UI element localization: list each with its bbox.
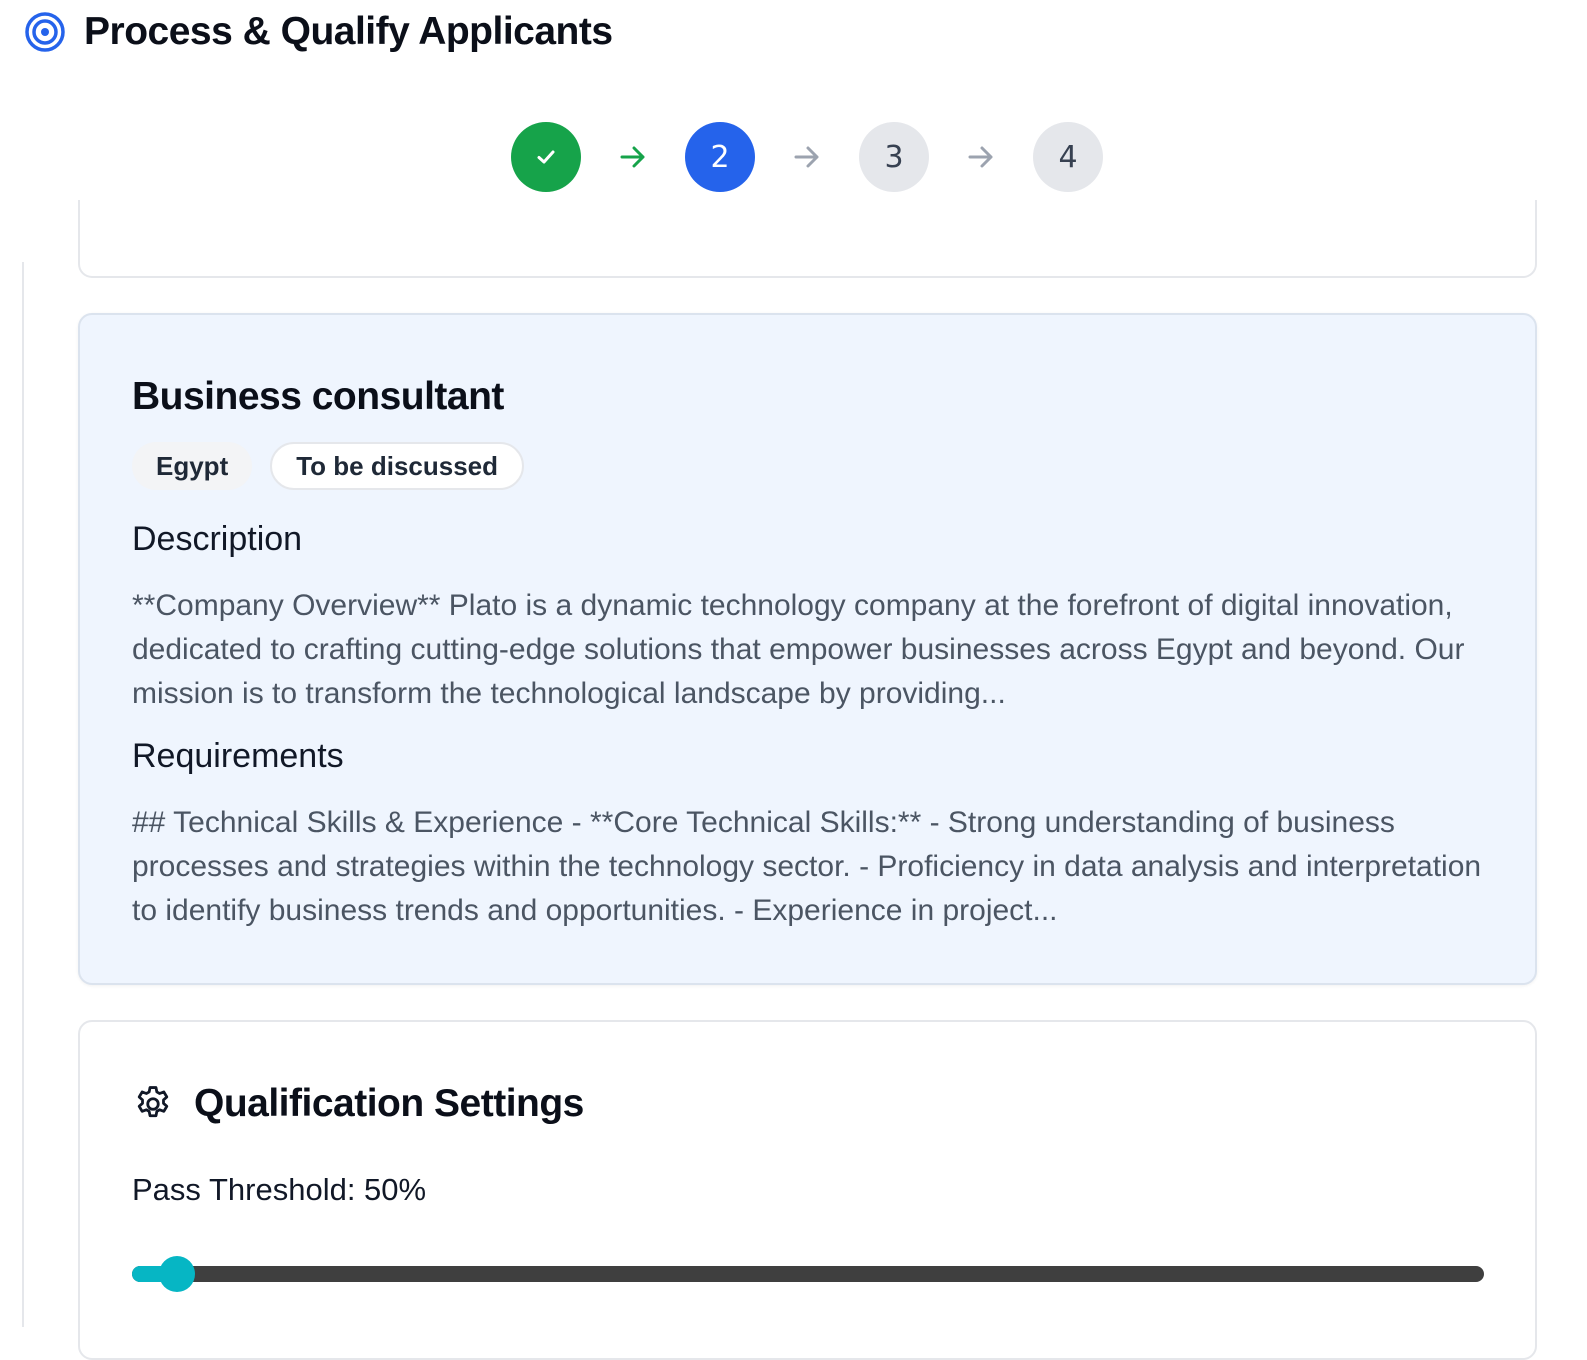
progress-stepper: 2 3 4 xyxy=(511,122,1103,192)
slider-track[interactable] xyxy=(132,1266,1484,1282)
salary-badge: To be discussed xyxy=(270,442,525,490)
qualification-settings-card: Qualification Settings Pass Threshold: 5… xyxy=(78,1020,1537,1360)
job-details-card: Business consultant Egypt To be discusse… xyxy=(78,313,1537,985)
requirements-heading: Requirements xyxy=(132,737,344,775)
slider-thumb[interactable] xyxy=(158,1256,195,1292)
page-header: Process & Qualify Applicants xyxy=(24,8,613,56)
settings-title: Qualification Settings xyxy=(194,1082,584,1125)
step-3[interactable]: 3 xyxy=(859,122,929,192)
arrow-right-icon xyxy=(755,141,859,173)
step-4[interactable]: 4 xyxy=(1033,122,1103,192)
settings-header: Qualification Settings xyxy=(132,1082,584,1126)
pass-threshold-label: Pass Threshold: 50% xyxy=(132,1172,427,1207)
location-badge: Egypt xyxy=(132,442,253,490)
scroll-container-border xyxy=(22,262,24,1327)
job-tags: Egypt To be discussed xyxy=(132,442,525,490)
requirements-text: ## Technical Skills & Experience - **Cor… xyxy=(132,806,1482,927)
pass-threshold-slider[interactable] xyxy=(132,1256,1484,1292)
previous-card xyxy=(78,200,1537,278)
description-text: **Company Overview** Plato is a dynamic … xyxy=(132,589,1465,710)
page-title: Process & Qualify Applicants xyxy=(84,10,613,53)
step-2-current[interactable]: 2 xyxy=(685,122,755,192)
step-1-completed[interactable] xyxy=(511,122,581,192)
target-icon xyxy=(25,12,65,52)
job-title: Business consultant xyxy=(132,375,504,418)
arrow-right-icon xyxy=(581,141,685,173)
check-icon xyxy=(537,150,555,164)
gear-icon xyxy=(137,1086,169,1118)
description-heading: Description xyxy=(132,520,303,558)
arrow-right-icon xyxy=(929,141,1033,173)
